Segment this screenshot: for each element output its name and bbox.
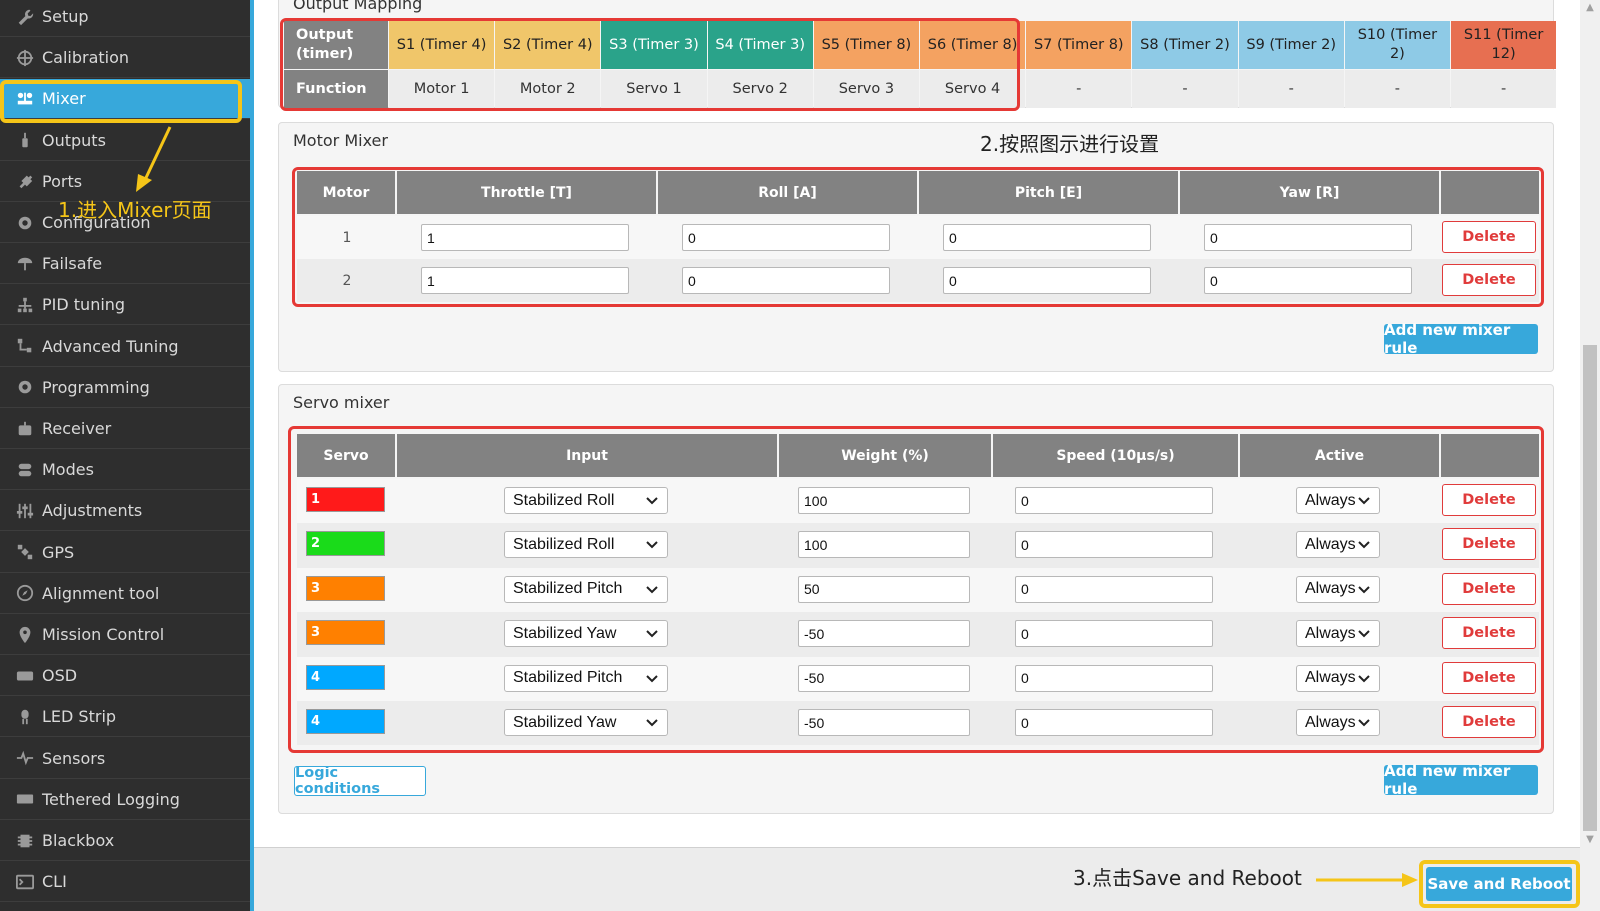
step2-annotation: 2.按照图示进行设置 — [980, 132, 1160, 156]
toggle-icon — [14, 459, 36, 481]
motor-mixer-highlight-box — [292, 167, 1544, 307]
sidebar-item-label: Failsafe — [42, 254, 103, 274]
sidebar-item-adjustments[interactable]: Adjustments — [0, 491, 250, 532]
led-icon — [14, 706, 36, 728]
sidebar-item-label: PID tuning — [42, 295, 126, 315]
function-cell: - — [1132, 70, 1238, 108]
sidebar-item-led-strip[interactable]: LED Strip — [0, 697, 250, 738]
sidebar-item-label: Sensors — [42, 748, 106, 768]
sidebar-item-sensors[interactable]: Sensors — [0, 739, 250, 779]
step3-arrow-icon — [1316, 873, 1418, 887]
function-cell: - — [1238, 70, 1344, 108]
sidebar-item-alignment-tool[interactable]: Alignment tool — [0, 574, 250, 614]
sidebar-item-label: Ports — [42, 171, 83, 191]
sidebar-item-receiver[interactable]: Receiver — [0, 409, 250, 449]
sidebar-item-advanced-tuning[interactable]: Advanced Tuning — [0, 327, 250, 367]
sidebar-item-label: Modes — [42, 460, 94, 480]
sidebar-item-label: LED Strip — [42, 707, 117, 727]
scroll-up-icon[interactable]: ▲ — [1584, 2, 1596, 14]
sidebar-item-osd[interactable]: OSD — [0, 656, 250, 697]
motor-icon — [14, 129, 36, 151]
sidebar-item-label: Mission Control — [42, 625, 165, 644]
motor-mixer-title: Motor Mixer — [293, 131, 388, 150]
output-timer-cell: S10 (Timer 2) — [1344, 21, 1450, 69]
sidebar-item-gps[interactable]: GPS — [0, 533, 250, 573]
crosshair-icon — [14, 47, 36, 69]
sidebar-item-label: Calibration — [42, 48, 130, 68]
sidebar-item-label: Receiver — [42, 419, 112, 438]
function-cell: - — [1451, 70, 1557, 108]
step1-arrow-icon — [136, 126, 172, 192]
robot-icon — [14, 418, 36, 440]
add-servo-mixer-rule-button[interactable]: Add new mixer rule — [1384, 762, 1538, 798]
sliders-icon — [14, 500, 36, 522]
sidebar-item-label: Programming — [42, 377, 150, 397]
logic-conditions-button[interactable]: Logic conditions — [294, 765, 426, 797]
output-mapping-highlight-box — [280, 18, 1020, 111]
sidebar-item-label: Outputs — [42, 130, 106, 150]
sidebar-item-label: CLI — [42, 872, 67, 892]
sidebar-nav: Setup Calibration Mixer Outputs Ports Configu… — [0, 0, 250, 911]
sidebar-item-label: Advanced Tuning — [42, 336, 179, 356]
output-timer-cell: S11 (Timer 12) — [1451, 21, 1557, 69]
sidebar-item-label: Blackbox — [42, 831, 115, 850]
servo-mixer-highlight-box — [288, 426, 1544, 753]
save-button-callout-box — [1419, 860, 1580, 908]
sidebar-item-blackbox[interactable]: Blackbox — [0, 821, 250, 861]
output-timer-cell: S8 (Timer 2) — [1132, 21, 1238, 69]
sidebar-item-outputs[interactable]: Outputs — [0, 121, 250, 161]
sidebar-item-label: Tethered Logging — [42, 789, 180, 809]
map-pin-icon — [14, 624, 36, 646]
sidebar-item-mission-control[interactable]: Mission Control — [0, 615, 250, 655]
sidebar-item-cli[interactable]: CLI — [0, 862, 250, 903]
hierarchy-icon — [14, 335, 36, 357]
tree-icon — [14, 294, 36, 316]
gear-icon — [14, 376, 36, 398]
chip-icon — [14, 830, 36, 852]
step3-annotation: 3.点击Save and Reboot — [1073, 866, 1302, 890]
sidebar-item-pid-tuning[interactable]: PID tuning — [0, 285, 250, 326]
function-cell: - — [1344, 70, 1450, 108]
satellite-icon — [14, 541, 36, 563]
scrollbar-thumb[interactable] — [1583, 345, 1597, 831]
compass-icon — [14, 582, 36, 604]
osd-icon — [14, 665, 36, 687]
function-cell: - — [1026, 70, 1132, 108]
sidebar-item-label: Setup — [42, 7, 89, 26]
add-motor-mixer-rule-button[interactable]: Add new mixer rule — [1384, 321, 1538, 357]
keyboard-icon — [14, 788, 36, 810]
output-mapping-title: Output Mapping — [293, 0, 423, 13]
sidebar-item-label: GPS — [42, 542, 75, 562]
wrench-icon — [14, 6, 36, 28]
pulse-icon — [14, 747, 36, 769]
parachute-icon — [14, 253, 36, 275]
sidebar-item-calibration[interactable]: Calibration — [0, 38, 250, 79]
sidebar-item-tethered-logging[interactable]: Tethered Logging — [0, 780, 250, 820]
terminal-icon — [14, 871, 36, 893]
sidebar-item-setup[interactable]: Setup — [0, 0, 250, 37]
gear-icon — [14, 212, 36, 234]
sidebar-item-label: Adjustments — [42, 501, 143, 521]
sidebar-item-programming[interactable]: Programming — [0, 368, 250, 408]
sidebar-item-label: Alignment tool — [42, 583, 160, 603]
mixer-nav-callout-box — [0, 80, 242, 123]
sidebar-item-failsafe[interactable]: Failsafe — [0, 244, 250, 285]
output-timer-cell: S7 (Timer 8) — [1026, 21, 1132, 69]
scroll-down-icon[interactable]: ▼ — [1584, 834, 1596, 846]
output-timer-cell: S9 (Timer 2) — [1238, 21, 1344, 69]
sidebar-item-label: OSD — [42, 666, 78, 686]
sidebar-item-modes[interactable]: Modes — [0, 450, 250, 491]
servo-mixer-title: Servo mixer — [293, 393, 390, 412]
plug-icon — [14, 170, 36, 192]
